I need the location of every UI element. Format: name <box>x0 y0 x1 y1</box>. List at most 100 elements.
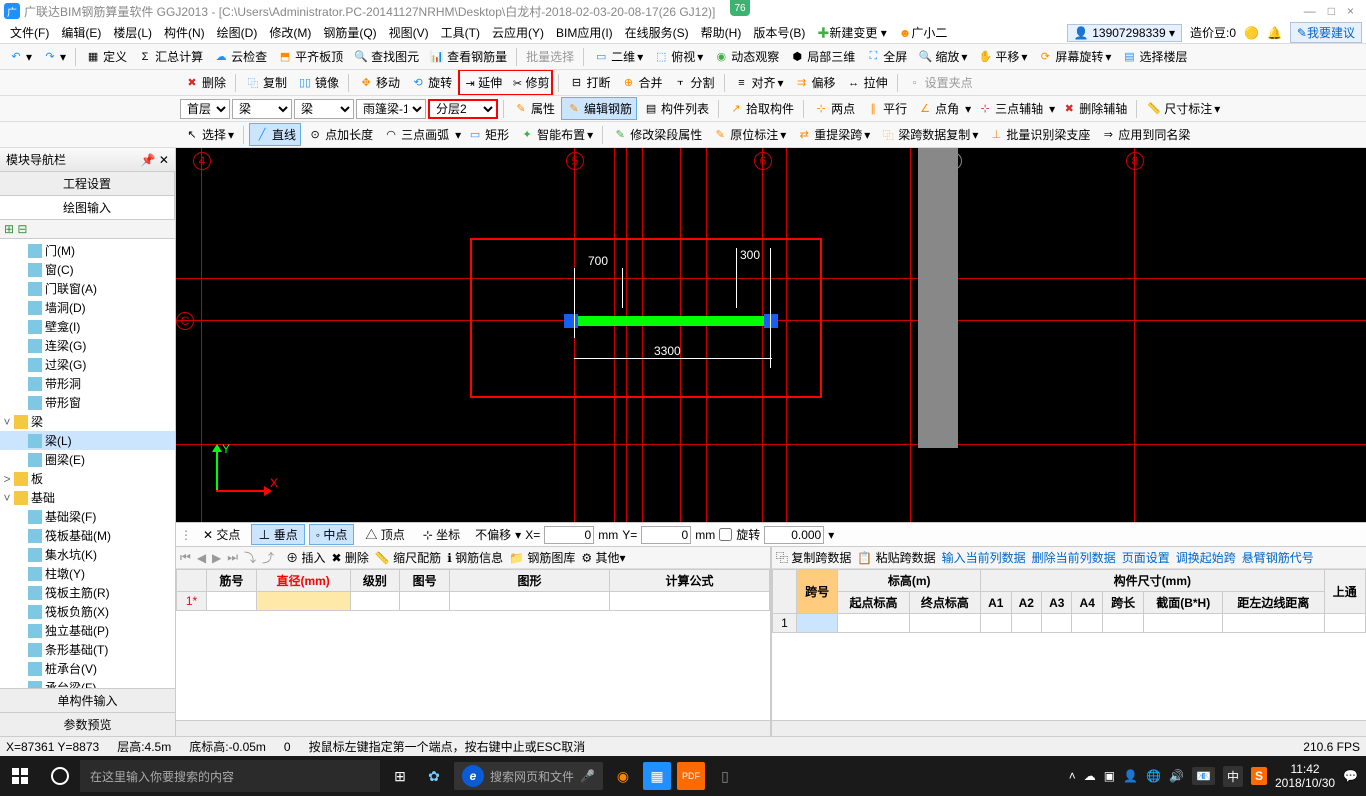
snap-mid[interactable]: ◦ 中点 <box>309 524 355 545</box>
menu-cloud[interactable]: 云应用(Y) <box>486 22 550 43</box>
orbit-button[interactable]: ◉动态观察 <box>709 46 783 67</box>
floor-select[interactable]: 首层 <box>180 99 230 119</box>
start-button[interactable] <box>0 756 40 796</box>
find-element-button[interactable]: 🔍查找图元 <box>349 46 423 67</box>
modify-segment-button[interactable]: ✎修改梁段属性 <box>608 124 706 145</box>
add-length-button[interactable]: ⊙点加长度 <box>303 124 377 145</box>
line-tool-button[interactable]: ╱直线 <box>249 123 301 146</box>
local-3d-button[interactable]: ⬢局部三维 <box>785 46 859 67</box>
respan-button[interactable]: ⇄重提梁跨▾ <box>792 124 874 145</box>
attributes-button[interactable]: ✎属性 <box>509 98 559 119</box>
tree-item-raft-neg[interactable]: 筏板负筋(X) <box>0 602 175 621</box>
view-rebar-button[interactable]: 📊查看钢筋量 <box>425 46 511 67</box>
dimension-button[interactable]: 📏尺寸标注▾ <box>1142 98 1224 119</box>
snap-perp[interactable]: ⊥ 垂点 <box>251 524 304 545</box>
taskbar-clock[interactable]: 11:42 2018/10/30 <box>1275 762 1335 791</box>
layer-select[interactable]: 分层2 <box>428 99 498 119</box>
offset-mode[interactable]: 不偏移 <box>475 526 511 543</box>
xiaoer-button[interactable]: ☻广小二 <box>893 22 954 43</box>
close-button[interactable]: × <box>1347 4 1354 18</box>
menu-help[interactable]: 帮助(H) <box>695 22 748 43</box>
pin-icon[interactable]: 📌 ✕ <box>141 153 169 167</box>
tree-item-cap-beam[interactable]: 承台梁(F) <box>0 678 175 688</box>
tree-item-strip-window[interactable]: 带形窗 <box>0 393 175 412</box>
select-floor-button[interactable]: ▤选择楼层 <box>1117 46 1191 67</box>
beam-element[interactable] <box>576 316 766 326</box>
category-select[interactable]: 梁 <box>232 99 292 119</box>
three-arc-button[interactable]: ◠三点画弧 <box>379 124 453 145</box>
alert-icon[interactable]: 🔔 <box>1267 26 1282 40</box>
insert-row-button[interactable]: ⊕ 插入 <box>286 549 325 566</box>
menu-bim[interactable]: BIM应用(I) <box>550 22 619 43</box>
2d-button[interactable]: ▭二维▾ <box>589 46 647 67</box>
tree-item-raft-main[interactable]: 筏板主筋(R) <box>0 583 175 602</box>
notification-badge[interactable]: 76 <box>730 0 750 16</box>
nav-next[interactable]: ▶ <box>212 551 221 565</box>
paste-span-button[interactable]: 📋 粘贴跨数据 <box>857 549 935 566</box>
rotate-checkbox[interactable] <box>719 528 732 541</box>
menu-tools[interactable]: 工具(T) <box>435 22 486 43</box>
copy-button[interactable]: ⿻复制 <box>241 72 291 93</box>
taskbar-app-4[interactable]: PDF <box>677 762 705 790</box>
taskbar-app-5[interactable]: ▯ <box>711 762 739 790</box>
merge-button[interactable]: ⊕合并 <box>616 72 666 93</box>
nav-first[interactable]: ⏮ <box>180 550 191 565</box>
tree-item-sump[interactable]: 集水坑(K) <box>0 545 175 564</box>
maximize-button[interactable]: □ <box>1328 4 1335 18</box>
edit-rebar-button[interactable]: ✎编辑钢筋 <box>561 97 637 120</box>
page-setup-button[interactable]: 页面设置 <box>1122 549 1170 566</box>
phone-display[interactable]: 👤 13907298339 ▾ <box>1067 24 1182 42</box>
component-select[interactable]: 雨篷梁-1 <box>356 99 426 119</box>
minimize-button[interactable]: — <box>1304 4 1316 18</box>
cortana-button[interactable] <box>40 767 80 785</box>
other-button[interactable]: ⚙ 其他▾ <box>581 549 625 566</box>
span-copy-button[interactable]: ⿻梁跨数据复制▾ <box>876 124 982 145</box>
sum-button[interactable]: Σ汇总计算 <box>133 46 207 67</box>
beam-start-node[interactable] <box>564 314 578 328</box>
extend-button[interactable]: ⇥延伸 <box>462 74 502 91</box>
taskbar-app-3[interactable]: ▦ <box>643 762 671 790</box>
expand-icon[interactable]: ⊞ <box>4 222 14 236</box>
undo-button[interactable]: ↶▾ <box>4 48 36 66</box>
delete-axis-button[interactable]: ✖删除辅轴 <box>1057 98 1131 119</box>
offset-x-input[interactable] <box>544 526 594 544</box>
tab-project-setup[interactable]: 工程设置 <box>0 172 175 195</box>
rebar-table[interactable]: 筋号 直径(mm) 级别 图号 图形 计算公式 1* <box>176 569 770 720</box>
component-tree[interactable]: 门(M) 窗(C) 门联窗(A) 墙洞(D) 壁龛(I) 连梁(G) 过梁(G)… <box>0 239 175 688</box>
offset-button[interactable]: ⇉偏移 <box>790 72 840 93</box>
taskbar-app-1[interactable]: ✿ <box>420 762 448 790</box>
delete-col-button[interactable]: 删除当前列数据 <box>1032 549 1116 566</box>
beam-end-node[interactable] <box>764 314 778 328</box>
move-button[interactable]: ✥移动 <box>354 72 404 93</box>
new-change-button[interactable]: ✚新建变更 ▾ <box>811 22 892 43</box>
snap-vertex[interactable]: △ 顶点 <box>358 524 411 545</box>
taskbar-app-2[interactable]: ◉ <box>609 762 637 790</box>
sogou-ime[interactable]: S <box>1251 767 1267 785</box>
tree-folder-foundation[interactable]: ˅基础 <box>0 488 175 507</box>
tree-item-strip-footing[interactable]: 条形基础(T) <box>0 640 175 659</box>
menu-version[interactable]: 版本号(B) <box>747 22 811 43</box>
component-list-button[interactable]: ▤构件列表 <box>639 98 713 119</box>
smart-layout-button[interactable]: ✦智能布置▾ <box>515 124 597 145</box>
collapse-icon[interactable]: ⊟ <box>17 222 27 236</box>
single-input-button[interactable]: 单构件输入 <box>0 688 175 712</box>
tab-draw-input[interactable]: 绘图输入 <box>0 196 175 219</box>
menu-draw[interactable]: 绘图(D) <box>211 22 264 43</box>
param-preview-button[interactable]: 参数预览 <box>0 712 175 736</box>
nav-prev[interactable]: ◀ <box>197 551 206 565</box>
parallel-button[interactable]: ∥平行 <box>861 98 911 119</box>
subcategory-select[interactable]: 梁 <box>294 99 354 119</box>
zoom-button[interactable]: 🔍缩放▾ <box>913 46 971 67</box>
tree-item-column-pier[interactable]: 柱墩(Y) <box>0 564 175 583</box>
fullscreen-button[interactable]: ⛶全屏 <box>861 46 911 67</box>
menu-file[interactable]: 文件(F) <box>4 22 55 43</box>
point-angle-button[interactable]: ∠点角 <box>913 98 963 119</box>
tray-people-icon[interactable]: 👤 <box>1123 769 1138 783</box>
tray-cloud-icon[interactable]: ☁ <box>1084 769 1096 783</box>
tree-item-niche[interactable]: 壁龛(I) <box>0 317 175 336</box>
scale-rebar-button[interactable]: 📏 缩尺配筋 <box>375 549 441 566</box>
align-button[interactable]: ≡对齐▾ <box>730 72 788 93</box>
three-axis-button[interactable]: ⊹三点辅轴 <box>973 98 1047 119</box>
define-button[interactable]: ▦定义 <box>81 46 131 67</box>
tree-item-raft[interactable]: 筏板基础(M) <box>0 526 175 545</box>
